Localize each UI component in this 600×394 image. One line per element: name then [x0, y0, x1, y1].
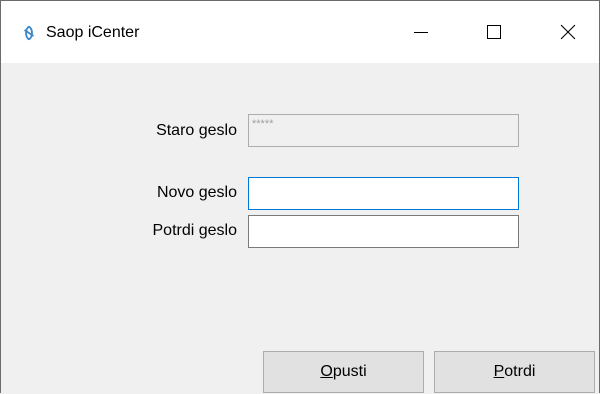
cancel-button-accel: O — [320, 363, 333, 380]
dialog-window: Saop iCenter Staro geslo ***** Novo gesl… — [0, 0, 600, 393]
window-title: Saop iCenter — [46, 24, 140, 41]
saop-logo-icon — [24, 25, 34, 41]
old-password-label: Staro geslo — [156, 122, 237, 139]
confirm-button[interactable]: Potrdi — [434, 351, 595, 393]
cancel-button[interactable]: Opusti — [263, 351, 424, 393]
minimize-button[interactable] — [391, 1, 451, 63]
confirm-button-label: otrdi — [504, 363, 536, 380]
confirm-button-accel: P — [493, 363, 505, 380]
close-icon — [560, 24, 576, 40]
confirm-password-label: Potrdi geslo — [152, 222, 238, 239]
old-password-value: ***** — [252, 118, 274, 130]
old-password-field: ***** — [248, 114, 519, 147]
title-bar[interactable]: Saop iCenter — [1, 1, 599, 63]
confirm-password-field[interactable] — [248, 215, 519, 248]
new-password-label: Novo geslo — [156, 184, 237, 201]
maximize-button[interactable] — [464, 1, 524, 63]
maximize-icon — [487, 25, 501, 39]
close-button[interactable] — [538, 1, 598, 63]
minimize-icon — [414, 32, 428, 33]
cancel-button-label: pusti — [332, 363, 367, 380]
new-password-field[interactable] — [248, 177, 519, 210]
